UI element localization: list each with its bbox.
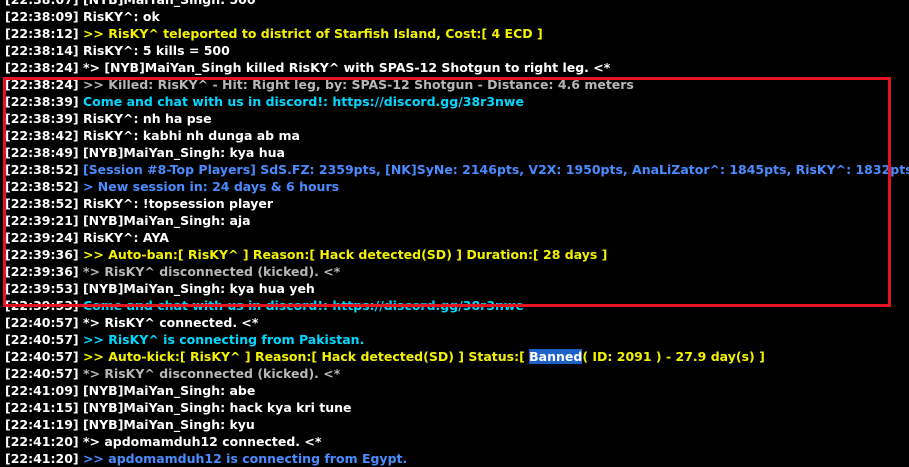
chat-message: RisKY^: AYA xyxy=(78,230,169,245)
chat-timestamp: [22:38:12] xyxy=(5,26,79,41)
chat-timestamp: [22:39:53] xyxy=(5,281,79,296)
chat-message: [NYB]MaiYan_Singh: kya hua yeh xyxy=(78,281,315,296)
chat-message: >> RisKY^ teleported to district of Star… xyxy=(78,26,543,41)
chat-line: [22:40:57] >> Auto-kick:[ RisKY^ ] Reaso… xyxy=(0,348,909,365)
chat-line: [22:38:07] [NYB]MaiYan_Singh: 500 xyxy=(0,0,909,8)
chat-message: RisKY^: nh ha pse xyxy=(78,111,212,126)
chat-line: [22:41:09] [NYB]MaiYan_Singh: abe xyxy=(0,382,909,399)
chat-timestamp: [22:41:20] xyxy=(5,451,79,466)
chat-line: [22:38:39] Come and chat with us in disc… xyxy=(0,93,909,110)
chat-line: [22:38:52] [Session #8-Top Players] SdS.… xyxy=(0,161,909,178)
chat-message: >> Killed: RisKY^ - Hit: Right leg, by: … xyxy=(78,77,634,92)
chat-timestamp: [22:38:42] xyxy=(5,128,79,143)
chat-message: *> [NYB]MaiYan_Singh killed RisKY^ with … xyxy=(78,60,611,75)
chat-timestamp: [22:41:20] xyxy=(5,434,79,449)
chat-timestamp: [22:40:57] xyxy=(5,366,79,381)
chat-timestamp: [22:38:52] xyxy=(5,196,79,211)
chat-line: [22:39:21] [NYB]MaiYan_Singh: aja xyxy=(0,212,909,229)
chat-line: [22:39:53] Come and chat with us in disc… xyxy=(0,297,909,314)
chat-line: [22:41:20] >> apdomamduh12 is connecting… xyxy=(0,450,909,467)
chat-message: RisKY^: kabhi nh dunga ab ma xyxy=(78,128,300,143)
chat-message: [NYB]MaiYan_Singh: abe xyxy=(78,383,256,398)
chat-message: Come and chat with us in discord!: https… xyxy=(78,94,524,109)
chat-message: RisKY^: ok xyxy=(78,9,160,24)
chat-line: [22:40:57] >> RisKY^ is connecting from … xyxy=(0,331,909,348)
chat-message: > New session in: 24 days & 6 hours xyxy=(78,179,340,194)
chat-line: [22:38:39] RisKY^: nh ha pse xyxy=(0,110,909,127)
chat-timestamp: [22:40:57] xyxy=(5,315,79,330)
chat-line: [22:41:20] *> apdomamduh12 connected. <* xyxy=(0,433,909,450)
chat-message: [Session #8-Top Players] SdS.FZ: 2359pts… xyxy=(78,162,909,177)
chat-timestamp: [22:38:52] xyxy=(5,162,79,177)
chat-timestamp: [22:38:07] xyxy=(5,0,79,7)
chat-message-tail: ( ID: 2091 ) - 27.9 day(s) ] xyxy=(582,349,765,364)
chat-line: [22:39:36] *> RisKY^ disconnected (kicke… xyxy=(0,263,909,280)
chat-line: [22:38:42] RisKY^: kabhi nh dunga ab ma xyxy=(0,127,909,144)
chat-line: [22:38:49] [NYB]MaiYan_Singh: kya hua xyxy=(0,144,909,161)
chat-timestamp: [22:38:24] xyxy=(5,60,79,75)
chat-message: *> RisKY^ disconnected (kicked). <* xyxy=(78,264,341,279)
chat-message: *> RisKY^ disconnected (kicked). <* xyxy=(78,366,341,381)
chat-line: [22:38:52] RisKY^: !topsession player xyxy=(0,195,909,212)
chat-message: >> Auto-kick:[ RisKY^ ] Reason:[ Hack de… xyxy=(78,349,530,364)
chat-message: >> Auto-ban:[ RisKY^ ] Reason:[ Hack det… xyxy=(78,247,608,262)
chat-timestamp: [22:41:19] xyxy=(5,417,79,432)
chat-timestamp: [22:38:39] xyxy=(5,94,79,109)
chat-message: Come and chat with us in discord!: https… xyxy=(78,298,524,313)
chat-timestamp: [22:38:52] xyxy=(5,179,79,194)
chat-timestamp: [22:41:09] xyxy=(5,383,79,398)
chat-line: [22:38:52] > New session in: 24 days & 6… xyxy=(0,178,909,195)
chat-timestamp: [22:38:14] xyxy=(5,43,79,58)
chat-timestamp: [22:41:15] xyxy=(5,400,79,415)
chat-line: [22:38:12] >> RisKY^ teleported to distr… xyxy=(0,25,909,42)
chat-line: [22:41:15] [NYB]MaiYan_Singh: hack kya k… xyxy=(0,399,909,416)
chat-message: >> apdomamduh12 is connecting from Egypt… xyxy=(78,451,408,466)
chat-line: [22:39:24] RisKY^: AYA xyxy=(0,229,909,246)
chat-timestamp: [22:39:53] xyxy=(5,298,79,313)
chat-line: [22:40:57] *> RisKY^ disconnected (kicke… xyxy=(0,365,909,382)
chat-message: RisKY^: 5 kills = 500 xyxy=(78,43,230,58)
chat-timestamp: [22:39:36] xyxy=(5,247,79,262)
chat-timestamp: [22:38:24] xyxy=(5,77,79,92)
chat-message: [NYB]MaiYan_Singh: kya hua xyxy=(78,145,285,160)
chat-message: *> RisKY^ connected. <* xyxy=(78,315,259,330)
chat-message: *> apdomamduh12 connected. <* xyxy=(78,434,322,449)
chat-timestamp: [22:38:09] xyxy=(5,9,79,24)
chat-line: [22:38:24] >> Killed: RisKY^ - Hit: Righ… xyxy=(0,76,909,93)
chat-timestamp: [22:40:57] xyxy=(5,332,79,347)
chat-timestamp: [22:39:36] xyxy=(5,264,79,279)
chat-timestamp: [22:39:24] xyxy=(5,230,79,245)
chat-line: [22:38:09] RisKY^: ok xyxy=(0,8,909,25)
chat-timestamp: [22:40:57] xyxy=(5,349,79,364)
chat-message: [NYB]MaiYan_Singh: hack kya kri tune xyxy=(78,400,352,415)
chat-line: [22:38:14] RisKY^: 5 kills = 500 xyxy=(0,42,909,59)
chat-line: [22:39:36] >> Auto-ban:[ RisKY^ ] Reason… xyxy=(0,246,909,263)
chat-message: [NYB]MaiYan_Singh: 500 xyxy=(79,0,256,7)
chat-message: RisKY^: !topsession player xyxy=(78,196,274,211)
chat-line: [22:41:19] [NYB]MaiYan_Singh: kyu xyxy=(0,416,909,433)
chat-line: [22:40:57] *> RisKY^ connected. <* xyxy=(0,314,909,331)
chat-log: [22:38:07] [NYB]MaiYan_Singh: 500[22:38:… xyxy=(0,0,909,467)
chat-line: [22:39:53] [NYB]MaiYan_Singh: kya hua ye… xyxy=(0,280,909,297)
chat-message: >> RisKY^ is connecting from Pakistan. xyxy=(78,332,365,347)
chat-message: [NYB]MaiYan_Singh: kyu xyxy=(78,417,255,432)
chat-timestamp: [22:38:39] xyxy=(5,111,79,126)
selected-text: Banned xyxy=(529,349,583,364)
chat-timestamp: [22:38:49] xyxy=(5,145,79,160)
chat-line: [22:38:24] *> [NYB]MaiYan_Singh killed R… xyxy=(0,59,909,76)
chat-timestamp: [22:39:21] xyxy=(5,213,79,228)
chat-message: [NYB]MaiYan_Singh: aja xyxy=(78,213,251,228)
